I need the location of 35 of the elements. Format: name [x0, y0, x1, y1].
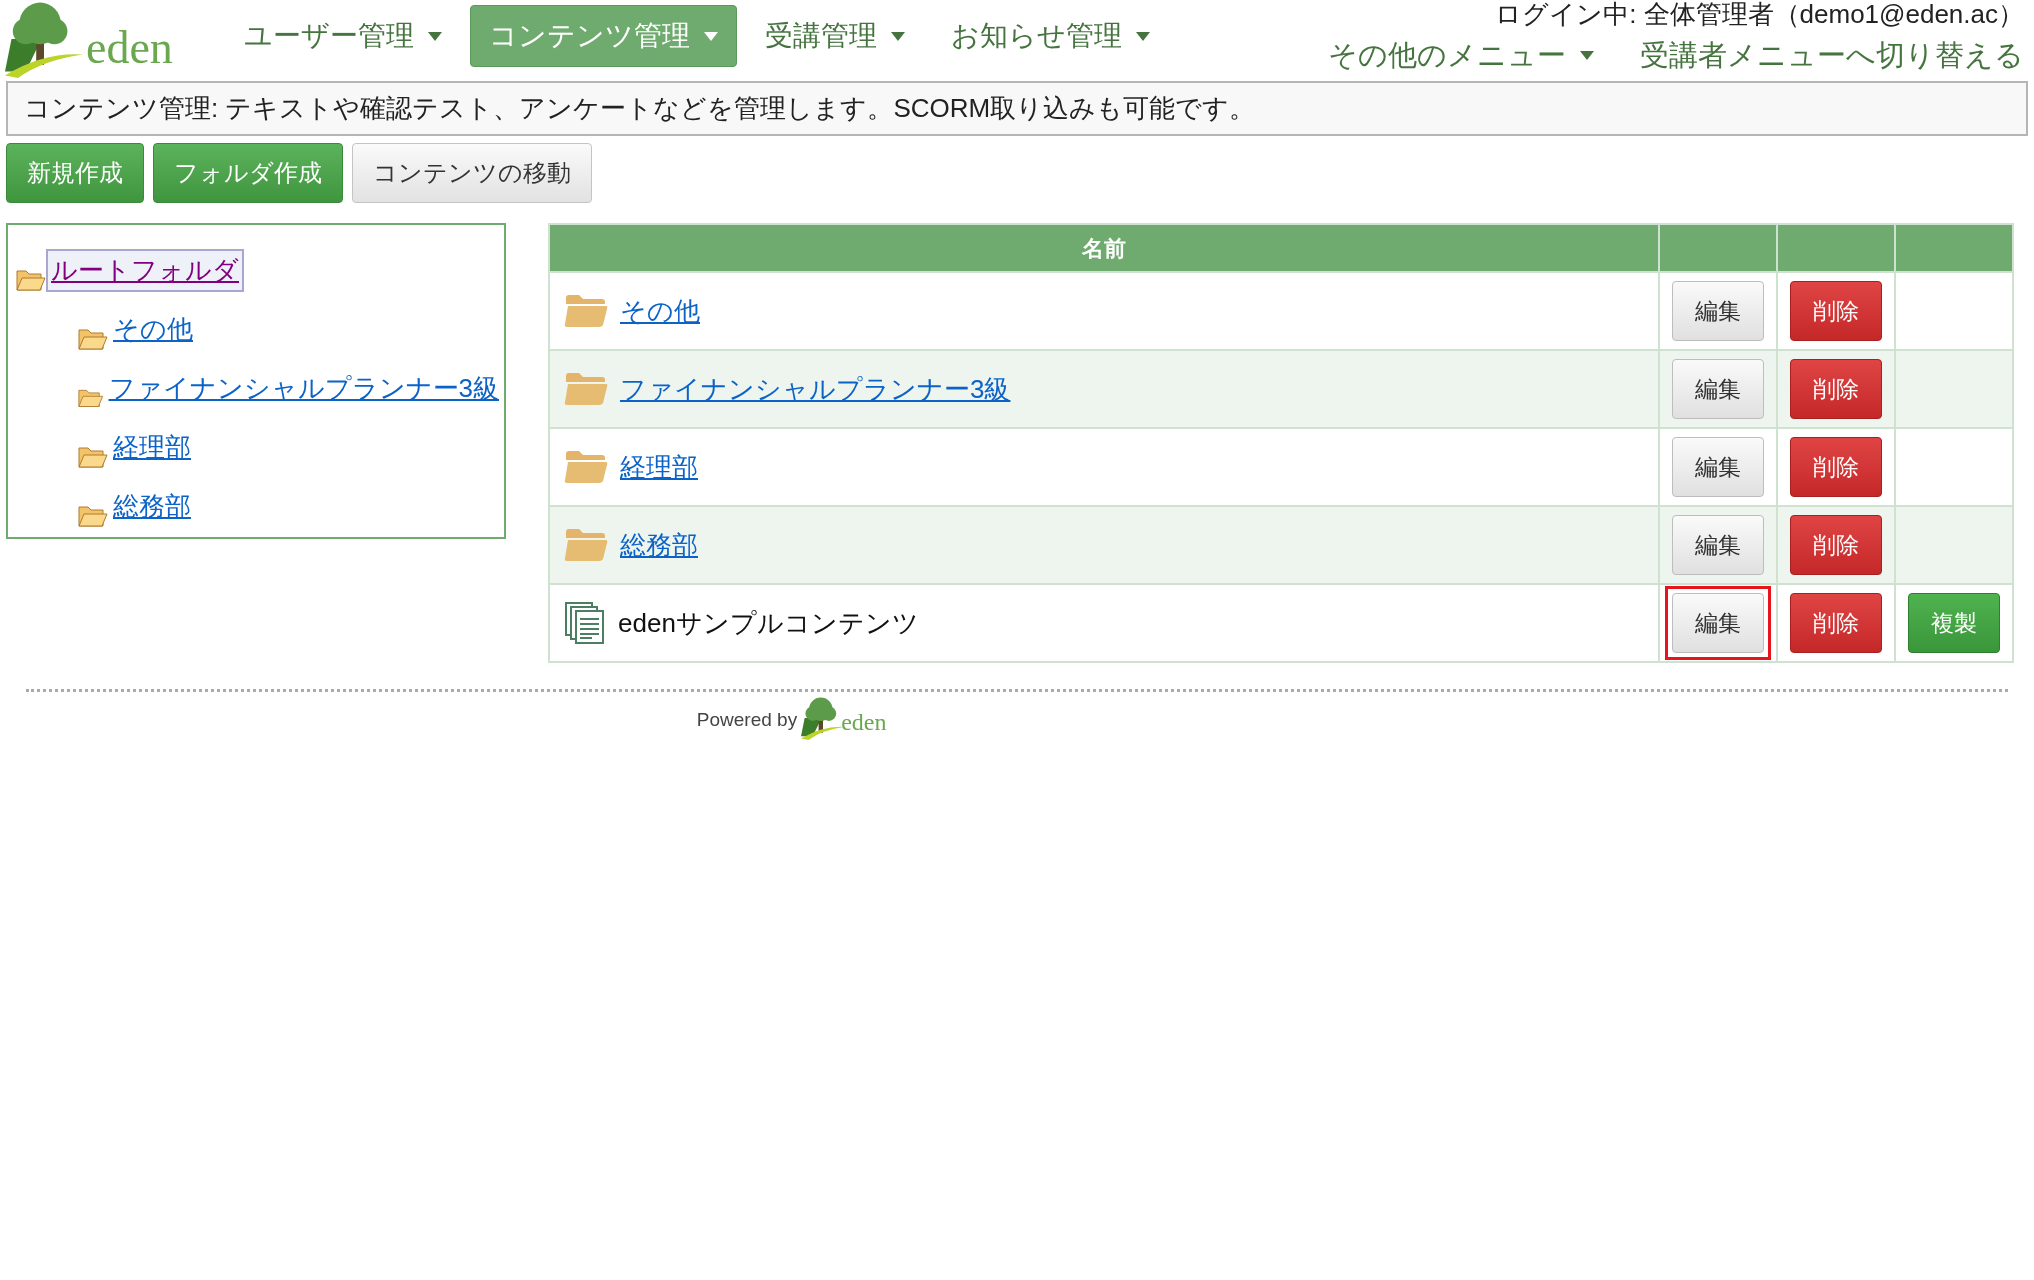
login-status: ログイン中: 全体管理者（demo1@eden.ac） [1495, 0, 2024, 28]
toolbar-button[interactable]: フォルダ作成 [153, 143, 343, 203]
delete-button[interactable]: 削除 [1790, 359, 1882, 419]
nav-menu-item[interactable]: お知らせ管理 [933, 5, 1168, 67]
description-bar: コンテンツ管理: テキストや確認テスト、アンケートなどを管理します。SCORM取り込みも可能です。 [6, 81, 2028, 136]
edit-button[interactable]: 編集 [1672, 515, 1764, 575]
edit-button[interactable]: 編集 [1672, 281, 1764, 341]
folder-link[interactable]: 総務部 [108, 485, 196, 528]
delete-button[interactable]: 削除 [1790, 437, 1882, 497]
powered-by-text: Powered by [696, 707, 798, 732]
menu-link[interactable]: 受講者メニューへ切り替える [1640, 34, 2024, 78]
delete-button[interactable]: 削除 [1790, 593, 1882, 653]
nav-menu-item[interactable]: 受講管理 [747, 5, 923, 67]
eden-logo: eden [801, 696, 898, 740]
eden-logo[interactable]: eden [4, 0, 204, 78]
folder-link[interactable]: ルートフォルダ [46, 249, 244, 292]
delete-button[interactable]: 削除 [1790, 281, 1882, 341]
folder-link[interactable]: 経理部 [108, 426, 196, 469]
folder-link[interactable]: 総務部 [620, 525, 698, 565]
toolbar-button[interactable]: コンテンツの移動 [352, 143, 592, 203]
edit-button[interactable]: 編集 [1672, 593, 1764, 653]
folder-link[interactable]: ファイナンシャルプランナー3級 [103, 367, 504, 410]
copy-button[interactable]: 複製 [1908, 593, 2000, 653]
folder-link[interactable]: その他 [108, 308, 198, 351]
nav-menu-item[interactable]: ユーザー管理 [226, 5, 460, 67]
content-name: edenサンプルコンテンツ [618, 606, 919, 640]
edit-button[interactable]: 編集 [1672, 359, 1764, 419]
menu-dropdown[interactable]: その他のメニュー [1328, 34, 1594, 78]
folder-link[interactable]: 経理部 [620, 447, 698, 487]
folder-link[interactable]: ファイナンシャルプランナー3級 [620, 369, 1011, 409]
delete-button[interactable]: 削除 [1790, 515, 1882, 575]
column-header: 名前 [549, 224, 1659, 272]
edit-button[interactable]: 編集 [1672, 437, 1764, 497]
toolbar-button[interactable]: 新規作成 [6, 143, 144, 203]
folder-link[interactable]: その他 [620, 291, 700, 331]
